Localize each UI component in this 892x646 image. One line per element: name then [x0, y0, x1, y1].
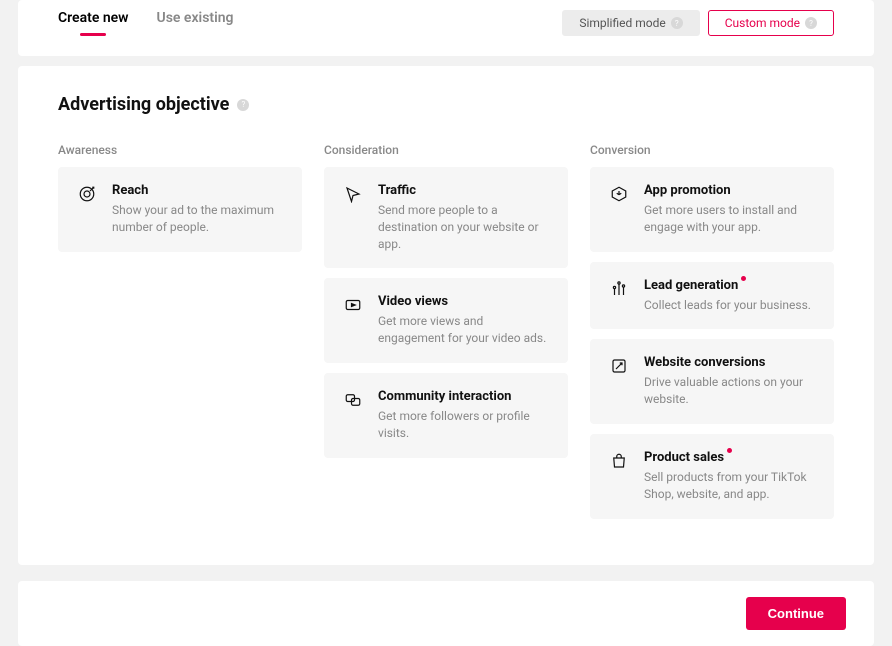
- section-title-row: Advertising objective ?: [58, 94, 834, 115]
- objective-panel: Advertising objective ? Awareness Reach …: [18, 66, 874, 565]
- column-head-conversion: Conversion: [590, 143, 834, 157]
- footer-panel: Continue: [18, 581, 874, 646]
- conversion-icon: [608, 355, 630, 408]
- card-title: Video views: [378, 294, 448, 309]
- leads-icon: [608, 278, 630, 314]
- card-title: Reach: [112, 183, 148, 198]
- column-awareness: Awareness Reach Show your ad to the maxi…: [58, 143, 302, 529]
- objective-columns: Awareness Reach Show your ad to the maxi…: [58, 143, 834, 529]
- card-desc: Drive valuable actions on your website.: [644, 374, 816, 408]
- help-icon: ?: [237, 99, 249, 111]
- continue-button[interactable]: Continue: [746, 597, 846, 630]
- section-title: Advertising objective: [58, 94, 229, 115]
- app-icon: [608, 183, 630, 236]
- simplified-mode-button[interactable]: Simplified mode ?: [562, 10, 699, 36]
- column-head-awareness: Awareness: [58, 143, 302, 157]
- card-title: Community interaction: [378, 389, 511, 404]
- card-website-conversions[interactable]: Website conversions Drive valuable actio…: [590, 339, 834, 424]
- card-product-sales[interactable]: Product sales Sell products from your Ti…: [590, 434, 834, 519]
- card-desc: Sell products from your TikTok Shop, web…: [644, 469, 816, 503]
- tab-use-existing[interactable]: Use existing: [157, 10, 234, 34]
- card-title: Product sales: [644, 450, 724, 465]
- card-community[interactable]: Community interaction Get more followers…: [324, 373, 568, 458]
- bag-icon: [608, 450, 630, 503]
- card-traffic[interactable]: Traffic Send more people to a destinatio…: [324, 167, 568, 268]
- simplified-mode-label: Simplified mode: [579, 16, 665, 30]
- card-video-views[interactable]: Video views Get more views and engagemen…: [324, 278, 568, 363]
- card-title: Lead generation: [644, 278, 738, 293]
- mode-switch: Simplified mode ? Custom mode ?: [562, 10, 834, 36]
- target-icon: [76, 183, 98, 236]
- card-desc: Get more views and engagement for your v…: [378, 313, 550, 347]
- help-icon: ?: [805, 17, 817, 29]
- card-desc: Send more people to a destination on you…: [378, 202, 550, 252]
- top-tabs: Create new Use existing: [58, 10, 234, 34]
- column-consideration: Consideration Traffic Send more people t…: [324, 143, 568, 529]
- top-panel: Create new Use existing Simplified mode …: [18, 0, 874, 56]
- help-icon: ?: [671, 17, 683, 29]
- cursor-icon: [342, 183, 364, 252]
- tab-create-new[interactable]: Create new: [58, 10, 129, 34]
- custom-mode-label: Custom mode: [725, 16, 800, 30]
- card-title: Website conversions: [644, 355, 765, 370]
- card-desc: Show your ad to the maximum number of pe…: [112, 202, 284, 236]
- card-lead-generation[interactable]: Lead generation Collect leads for your b…: [590, 262, 834, 330]
- custom-mode-button[interactable]: Custom mode ?: [708, 10, 834, 36]
- card-title: App promotion: [644, 183, 731, 198]
- card-app-promotion[interactable]: App promotion Get more users to install …: [590, 167, 834, 252]
- card-title: Traffic: [378, 183, 416, 198]
- card-desc: Collect leads for your business.: [644, 297, 816, 314]
- card-desc: Get more users to install and engage wit…: [644, 202, 816, 236]
- column-conversion: Conversion App promotion Get more users …: [590, 143, 834, 529]
- column-head-consideration: Consideration: [324, 143, 568, 157]
- community-icon: [342, 389, 364, 442]
- video-icon: [342, 294, 364, 347]
- card-reach[interactable]: Reach Show your ad to the maximum number…: [58, 167, 302, 252]
- card-desc: Get more followers or profile visits.: [378, 408, 550, 442]
